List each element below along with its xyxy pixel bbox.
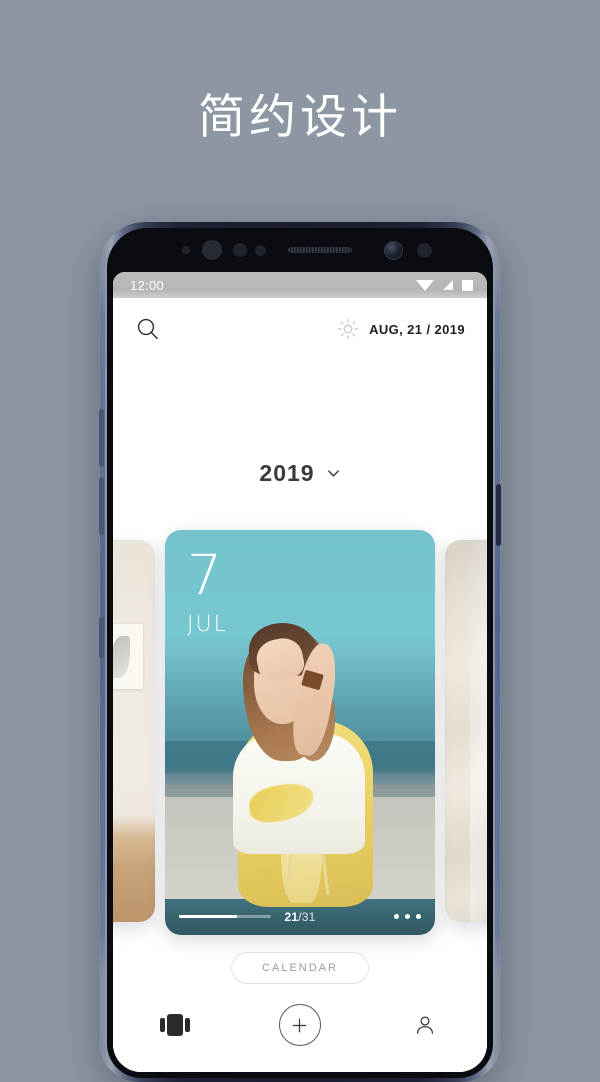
chevron-down-icon bbox=[327, 470, 339, 477]
assistant-button[interactable] bbox=[99, 617, 104, 659]
plus-icon bbox=[293, 1018, 307, 1032]
power-button[interactable] bbox=[496, 484, 501, 546]
page-title: 简约设计 bbox=[198, 90, 402, 145]
search-icon bbox=[137, 318, 158, 340]
card-day-number: 7 bbox=[187, 543, 222, 607]
aux-sensor-icon bbox=[417, 243, 432, 258]
add-button[interactable] bbox=[278, 1004, 321, 1046]
phone-device-mockup: 12:00 AUG, 21 / 2019 2019 7 JUL 21/31 CA… bbox=[99, 222, 501, 1082]
interior-photo bbox=[113, 540, 155, 922]
volume-up-button[interactable] bbox=[99, 409, 104, 467]
year-selector[interactable]: 2019 bbox=[113, 460, 487, 487]
led-indicator-icon bbox=[255, 245, 266, 256]
photo-carousel[interactable]: 7 JUL 21/31 bbox=[113, 530, 487, 935]
battery-icon bbox=[462, 279, 473, 291]
light-sensor-icon bbox=[233, 243, 247, 257]
status-icons bbox=[416, 279, 473, 291]
speaker-grille bbox=[288, 247, 352, 253]
carousel-card-next[interactable] bbox=[445, 540, 487, 922]
signal-icon bbox=[443, 280, 453, 290]
cards-icon-center bbox=[167, 1014, 184, 1036]
wifi-icon bbox=[416, 279, 434, 291]
cards-icon-left bbox=[160, 1018, 166, 1032]
proximity-sensor-icon bbox=[182, 246, 190, 254]
iris-scanner-icon bbox=[202, 240, 222, 260]
nav-item-profile[interactable] bbox=[393, 1001, 457, 1049]
card-month-label: JUL bbox=[187, 612, 228, 637]
year-label: 2019 bbox=[259, 460, 315, 486]
carousel-card-previous[interactable] bbox=[113, 540, 155, 922]
carousel-card-active[interactable]: 7 JUL 21/31 bbox=[165, 530, 435, 935]
current-date-label: AUG, 21 / 2019 bbox=[369, 321, 465, 337]
frame-accent-right bbox=[495, 274, 500, 974]
cards-icon-right bbox=[185, 1018, 191, 1032]
sun-icon[interactable] bbox=[337, 318, 359, 340]
status-time: 12:00 bbox=[130, 277, 165, 293]
person-icon bbox=[416, 1016, 433, 1034]
search-button[interactable] bbox=[133, 314, 163, 344]
cards-icon bbox=[160, 1014, 191, 1036]
card-count-total: 31 bbox=[301, 909, 316, 924]
front-camera-icon bbox=[384, 241, 403, 260]
fabric-sheen bbox=[470, 540, 487, 922]
app-bar-right: AUG, 21 / 2019 bbox=[337, 318, 465, 340]
status-bar: 12:00 bbox=[113, 272, 487, 298]
sensor-row bbox=[107, 228, 493, 272]
card-bottom-bar: 21/31 bbox=[165, 910, 435, 924]
nav-item-cards-view[interactable] bbox=[143, 1001, 207, 1049]
card-count-label: 21/31 bbox=[165, 910, 435, 924]
calendar-button[interactable]: CALENDAR bbox=[231, 952, 369, 984]
bottom-navigation-bar bbox=[113, 986, 487, 1072]
card-count-current: 21 bbox=[284, 909, 299, 924]
app-bar: AUG, 21 / 2019 bbox=[113, 298, 487, 360]
volume-down-button[interactable] bbox=[99, 477, 104, 535]
nav-item-add[interactable] bbox=[268, 1001, 332, 1049]
phone-screen: 12:00 AUG, 21 / 2019 2019 7 JUL 21/31 CA… bbox=[113, 272, 487, 1072]
